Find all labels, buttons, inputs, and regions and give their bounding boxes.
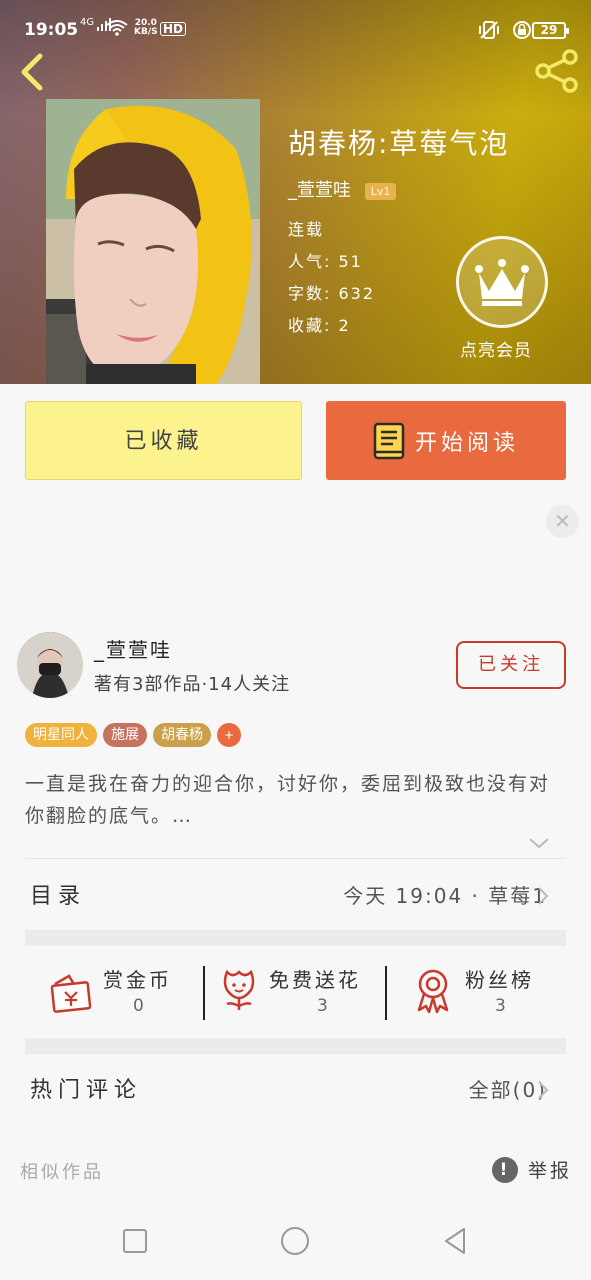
crown-icon <box>475 259 529 306</box>
start-reading-button[interactable]: 开始阅读 <box>326 401 566 480</box>
chevron-down-icon[interactable] <box>528 836 550 850</box>
avatar[interactable] <box>17 632 83 698</box>
reward-coins[interactable]: 赏金币 0 <box>25 950 203 1038</box>
similar-works-heading: 相似作品 <box>20 1162 104 1183</box>
close-ad-button[interactable]: ✕ <box>546 505 579 538</box>
book-title: 胡春杨:草莓气泡 <box>288 127 510 160</box>
tag-item[interactable]: 明星同人 <box>25 723 97 747</box>
flowers-label: 免费送花 <box>269 968 361 992</box>
red-envelope-icon <box>50 974 92 1013</box>
toc-row[interactable]: 目录 今天 19:04 · 草莓1 <box>0 864 591 924</box>
book-cover-image[interactable] <box>46 99 260 384</box>
stats-row: 赏金币 0 免费送花 3 粉丝榜 3 <box>25 950 566 1038</box>
book-icon <box>373 422 405 459</box>
section-band <box>25 1038 566 1054</box>
report-button[interactable]: ! 举报 <box>492 1156 572 1183</box>
cover-illustration <box>46 99 260 384</box>
recent-apps-icon[interactable] <box>118 1224 152 1258</box>
close-icon: ✕ <box>554 509 571 533</box>
tag-item[interactable]: 施展 <box>103 723 147 747</box>
vibrate-icon <box>479 21 499 39</box>
speed-unit: KB/S <box>134 27 158 37</box>
author-name[interactable]: _萱萱哇 <box>94 634 172 663</box>
coins-label: 赏金币 <box>103 968 172 992</box>
fans-ranking[interactable]: 粉丝榜 3 <box>387 950 566 1038</box>
tag-item[interactable]: 胡春杨 <box>153 723 211 747</box>
fans-label: 粉丝榜 <box>465 968 534 992</box>
back-arrow-icon[interactable] <box>16 52 48 92</box>
report-label: 举报 <box>528 1160 573 1182</box>
back-icon[interactable] <box>438 1224 472 1258</box>
system-nav-bar <box>0 1200 591 1280</box>
exclamation-icon: ! <box>492 1156 518 1183</box>
tag-list: 明星同人 施展 胡春杨 + <box>25 723 241 747</box>
free-flowers[interactable]: 免费送花 3 <box>205 950 385 1038</box>
book-hero: 19:05 4G 20.0 KB/S HD 29 胡春杨:草莓气泡 _萱萱哇 L… <box>0 0 591 384</box>
author-level-badge: Lv1 <box>364 182 397 200</box>
hot-comments-row[interactable]: 热门评论 全部(0) <box>0 1058 591 1118</box>
divider <box>25 858 566 859</box>
author-card: _萱萱哇 著有3部作品·14人关注 已关注 <box>0 624 591 712</box>
author-stats: 著有3部作品·14人关注 <box>94 674 291 695</box>
hd-badge: HD <box>160 22 187 36</box>
flower-icon <box>223 969 255 1010</box>
toc-latest: 今天 19:04 · 草莓1 <box>343 884 547 908</box>
fans-value: 3 <box>495 996 506 1016</box>
section-band <box>25 930 566 946</box>
home-icon[interactable] <box>278 1224 312 1258</box>
flowers-value: 3 <box>317 996 328 1016</box>
book-author-name[interactable]: _萱萱哇 <box>288 180 351 201</box>
medal-icon <box>417 969 449 1014</box>
vip-label[interactable]: 点亮会员 <box>460 336 532 361</box>
book-author-line[interactable]: _萱萱哇 Lv1 <box>288 176 397 202</box>
network-speed: 20.0 KB/S <box>134 19 158 37</box>
coins-value: 0 <box>133 996 144 1016</box>
chevron-right-icon <box>538 887 549 905</box>
book-status: 连载 <box>288 220 325 239</box>
vip-crown-button[interactable] <box>456 236 548 328</box>
status-right-icons <box>478 20 533 45</box>
start-reading-label: 开始阅读 <box>414 430 519 456</box>
network-type: 4G <box>80 17 95 28</box>
follow-button[interactable]: 已关注 <box>456 641 566 689</box>
battery-indicator: 29 <box>532 22 569 39</box>
toc-title: 目录 <box>30 884 87 909</box>
share-icon[interactable] <box>534 48 580 94</box>
book-popularity: 人气: 51 <box>288 252 363 271</box>
book-word-count: 字数: 632 <box>288 284 376 303</box>
book-summary: 一直是我在奋力的迎合你，讨好你，委屈到极致也没有对你翻脸的底气。… <box>25 773 551 827</box>
status-bar: 19:05 4G 20.0 KB/S HD 29 <box>0 0 591 44</box>
lock-rotation-icon <box>513 21 532 39</box>
status-time: 19:05 <box>24 20 79 40</box>
avatar-image <box>17 632 83 698</box>
book-actions: 已收藏 开始阅读 <box>0 384 591 494</box>
wifi-icon <box>106 20 128 36</box>
collected-button[interactable]: 已收藏 <box>25 401 302 480</box>
add-tag-button[interactable]: + <box>217 723 241 747</box>
chevron-right-icon <box>538 1081 549 1099</box>
hot-comments-title: 热门评论 <box>30 1078 143 1103</box>
book-favorites: 收藏: 2 <box>288 316 351 335</box>
